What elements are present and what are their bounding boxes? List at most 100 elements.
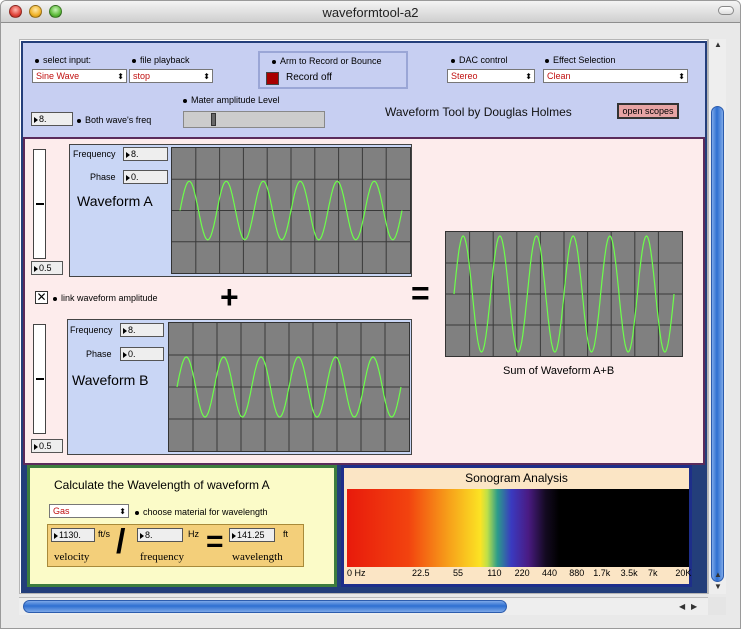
toolbar-toggle-button[interactable] [718,6,734,15]
waveform-a-panel: Frequency 8. Phase 0. Waveform A [69,144,412,277]
phase-a-input[interactable]: 0. [123,170,168,184]
sum-label: Sum of Waveform A+B [503,365,615,377]
dac-control-label: DAC control [451,55,508,65]
sonogram-title: Sonogram Analysis [465,471,568,485]
arm-record-label: Arm to Record or Bounce [272,56,382,66]
sonogram-axis-label: 20K [675,568,692,578]
file-playback-label: file playback [132,55,190,65]
sonogram-axis-label: 880 [569,568,585,578]
scroll-down-icon[interactable]: ▼ [714,582,722,591]
amplitude-b-slider[interactable] [33,324,46,434]
horizontal-scrollbar[interactable]: ◀ ▶ [19,597,708,615]
dac-control-value: Stereo [451,71,478,81]
master-amplitude-slider[interactable] [183,111,325,128]
title-bar: waveformtool-a2 [1,1,740,23]
equals-symbol: = [411,275,430,311]
sonogram-image [347,489,689,567]
phase-a-label: Phase [90,172,116,182]
material-menu[interactable]: Gas ⬍ [49,504,129,518]
menu-arrows-icon: ⬍ [119,507,126,516]
sonogram-axis-label: 7k [647,568,658,578]
wavelength-output: 141.25 [229,528,275,542]
slider-knob[interactable] [36,378,44,380]
dac-control-menu[interactable]: Stereo ⬍ [447,69,535,83]
plus-symbol: + [220,279,239,315]
sum-plot [446,232,682,356]
waveform-b-plot [169,323,409,451]
horizontal-scroll-thumb[interactable] [23,600,507,613]
select-input-menu[interactable]: Sine Wave ⬍ [32,69,127,83]
scroll-up-top-icon[interactable]: ▲ [714,40,722,49]
record-panel: Arm to Record or Bounce Record off [258,51,408,89]
waveform-a-scope [171,147,411,274]
waveform-area: 0.5 Frequency 8. Phase 0. Waveform A ✕ l… [23,137,705,465]
file-playback-menu[interactable]: stop ⬍ [129,69,213,83]
frequency-unit: Hz [188,529,199,539]
velocity-unit: ft/s [98,529,111,539]
window-title: waveformtool-a2 [322,5,419,20]
sum-scope [445,231,683,357]
link-amplitude-label: link waveform amplitude [53,293,158,303]
waveform-b-label: Waveform B [72,372,149,388]
amplitude-a-slider[interactable] [33,149,46,259]
effect-selection-menu[interactable]: Clean ⬍ [543,69,688,83]
select-input-label: select input: [35,55,91,65]
sonogram-display [347,489,689,567]
sonogram-axis-label: 0 Hz [347,568,366,578]
record-status: Record off [286,72,332,83]
effect-selection-label: Effect Selection [545,55,615,65]
both-freq-input[interactable]: 8. [31,112,73,126]
frequency-label: frequency [140,551,184,563]
sonogram-panel: Sonogram Analysis 0 Hz 22.5 55 110 220 4… [341,465,692,587]
frequency-b-label: Frequency [70,325,113,335]
material-label: choose material for wavelength [135,507,268,517]
waveform-a-label: Waveform A [77,193,153,209]
wavelength-formula: 1130. ft/s velocity / 8. Hz frequency = … [47,523,304,567]
file-playback-value: stop [133,71,151,81]
app-title: Waveform Tool by Douglas Holmes [385,105,572,119]
frequency-a-label: Frequency [73,149,116,159]
frequency-a-input[interactable]: 8. [123,147,168,161]
material-value: Gas [53,506,70,516]
wavelength-calculator: Calculate the Wavelength of waveform A G… [27,465,337,587]
velocity-input[interactable]: 1130. [51,528,95,542]
frequency-b-input[interactable]: 8. [120,323,164,337]
effect-selection-value: Clean [547,71,571,81]
waveform-b-panel: Frequency 8. Phase 0. Waveform B [67,319,412,455]
phase-b-input[interactable]: 0. [120,347,164,361]
sonogram-axis-label: 1.7k [593,568,611,578]
link-amplitude-checkbox[interactable]: ✕ [35,291,48,304]
menu-arrows-icon: ⬍ [203,72,210,81]
wavelength-unit: ft [283,529,289,539]
master-amplitude-label: Mater amplitude Level [183,95,280,105]
open-scopes-button[interactable]: open scopes [617,103,679,119]
slider-knob[interactable] [211,113,217,126]
control-bar: select input: Sine Wave ⬍ file playback s… [23,43,705,137]
vertical-scroll-thumb[interactable] [711,106,724,582]
sonogram-axis-label: 110 [487,568,502,578]
calculator-title: Calculate the Wavelength of waveform A [54,478,270,492]
vertical-scrollbar[interactable]: ▲ ▲ ▼ [708,39,726,594]
velocity-label: velocity [54,551,90,563]
menu-arrows-icon: ⬍ [525,72,532,81]
sonogram-axis-label: 55 [453,568,464,578]
select-input-value: Sine Wave [36,71,80,81]
scroll-up-icon[interactable]: ▲ [714,570,722,579]
resize-corner[interactable] [708,597,726,615]
scroll-right-icon[interactable]: ▶ [691,602,697,611]
sonogram-axis-label: 440 [541,568,557,578]
amplitude-b-value[interactable]: 0.5 [31,439,63,453]
sonogram-axis-label: 22.5 [411,568,430,578]
menu-arrows-icon: ⬍ [678,72,685,81]
wavelength-label: wavelength [232,551,283,563]
amplitude-a-value[interactable]: 0.5 [31,261,63,275]
record-toggle-button[interactable] [266,72,279,85]
phase-b-label: Phase [86,349,112,359]
sonogram-axis: 0 Hz 22.5 55 110 220 440 880 1.7k 3.5k 7k 20K [347,568,692,580]
waveform-a-plot [172,148,410,273]
slider-knob[interactable] [36,203,44,205]
divide-symbol: / [116,523,126,561]
scroll-left-icon[interactable]: ◀ [679,602,685,611]
frequency-input[interactable]: 8. [137,528,183,542]
app-window: waveformtool-a2 select input: Sine Wave ⬍… [0,0,741,629]
